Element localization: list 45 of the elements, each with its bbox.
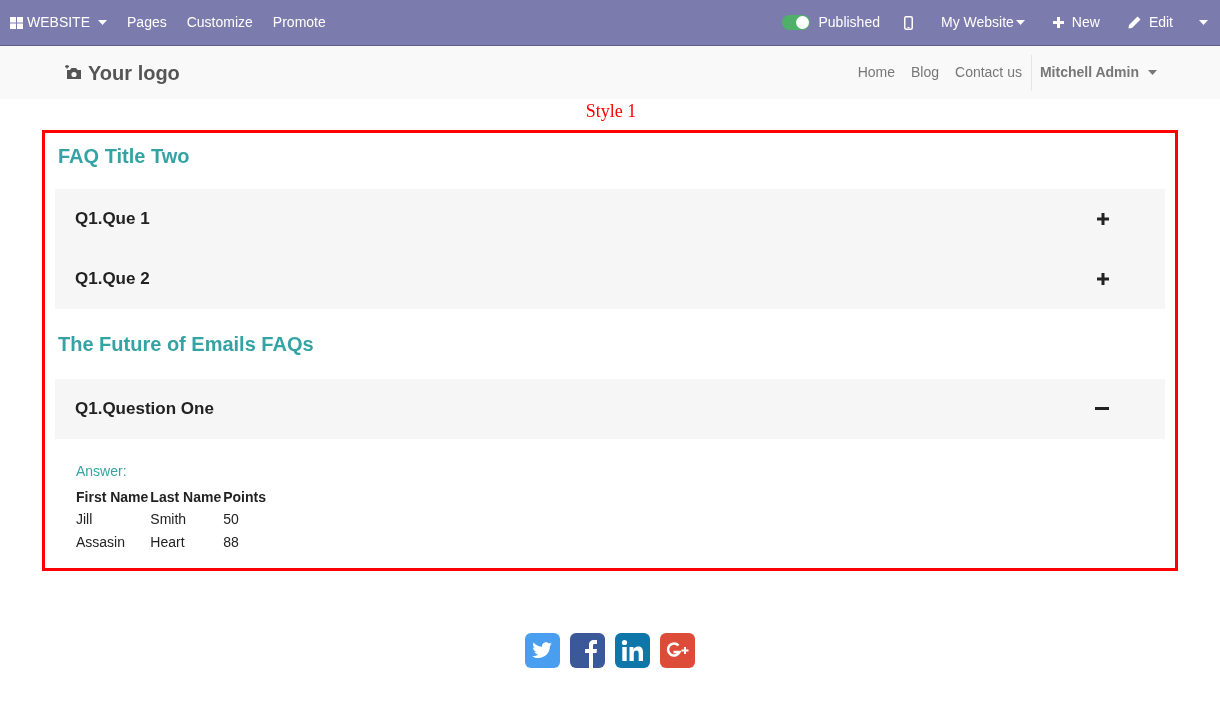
app-menu-button[interactable]: WEBSITE xyxy=(0,0,117,45)
faq-title: The Future of Emails FAQs xyxy=(57,332,315,357)
question-toggle[interactable]: Q1.Question One xyxy=(55,379,1165,439)
question-toggle[interactable]: Q1.Que 1 xyxy=(55,189,1165,249)
in-logo-icon[interactable] xyxy=(615,633,650,668)
f-logo-icon[interactable] xyxy=(570,633,605,668)
menu-link[interactable]: Promote xyxy=(262,12,336,33)
table-header: First Name xyxy=(76,487,150,507)
table-cell-text: Assasin xyxy=(76,533,127,552)
edit-button[interactable]: Edit xyxy=(1113,0,1187,45)
question-toggle[interactable]: Q1.Que 2 xyxy=(55,249,1165,309)
logo[interactable]: Your logo xyxy=(64,57,180,88)
table-header: Points xyxy=(223,487,267,507)
published-toggle[interactable]: Published xyxy=(772,0,890,45)
caret-icon xyxy=(1148,70,1157,75)
caret-icon xyxy=(98,20,107,25)
g-plus-logo-icon[interactable] xyxy=(660,633,695,668)
table-cell-text: 88 xyxy=(223,533,240,552)
phone-icon xyxy=(904,15,913,30)
style-label: Style 1 xyxy=(585,99,637,123)
table-cell: Smith xyxy=(150,508,224,531)
website-menu-button[interactable]: My Website xyxy=(927,0,1039,45)
caret-icon xyxy=(1015,20,1025,25)
minus-icon xyxy=(1095,407,1109,411)
plus-icon xyxy=(1097,273,1109,285)
bird-icon[interactable] xyxy=(525,633,560,668)
caret-icon xyxy=(1199,20,1208,25)
plus-icon xyxy=(1052,17,1064,28)
pencil-icon xyxy=(1127,16,1141,29)
grid-icon xyxy=(10,16,23,29)
new-button[interactable]: New xyxy=(1038,0,1114,45)
faq-title: FAQ Title Two xyxy=(57,144,191,169)
nav-link[interactable]: Contact us xyxy=(947,62,1030,83)
answer-label: Answer: xyxy=(76,462,128,481)
table-header: Last Name xyxy=(150,487,223,507)
table-cell-text: 50 xyxy=(223,510,240,529)
nav-link[interactable]: Blog xyxy=(903,62,947,83)
table-cell: Heart xyxy=(150,531,224,554)
user-menu-button[interactable]: Mitchell Admin xyxy=(1030,54,1220,91)
plus-icon xyxy=(1097,213,1109,225)
menu-link[interactable]: Pages xyxy=(117,12,177,33)
menu-link[interactable]: Customize xyxy=(176,12,263,33)
table-cell-text: Jill xyxy=(76,510,94,529)
camera-icon xyxy=(64,65,82,80)
nav-link[interactable]: Home xyxy=(849,62,903,83)
